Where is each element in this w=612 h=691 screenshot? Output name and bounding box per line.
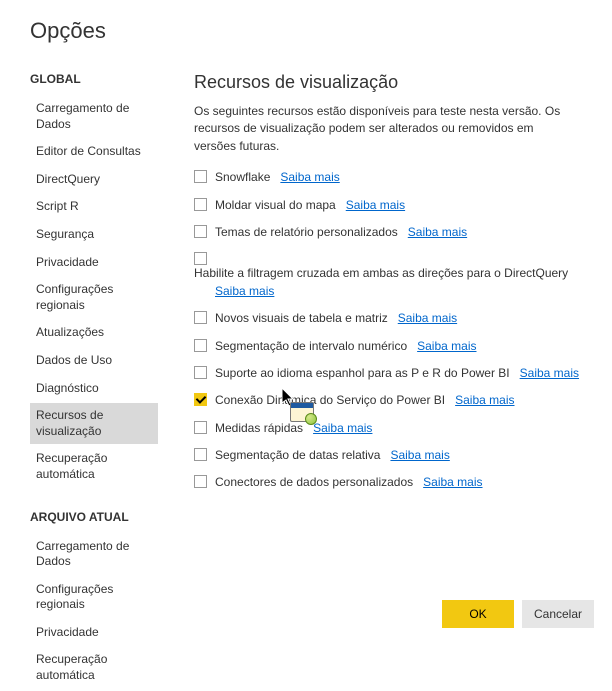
feature-novos-visuais: Novos visuais de tabela e matriz Saiba m…: [194, 310, 594, 327]
sidebar-item-seguranca[interactable]: Segurança: [30, 222, 158, 248]
sidebar-item-script-r[interactable]: Script R: [30, 194, 158, 220]
feature-label: Suporte ao idioma espanhol para as P e R…: [215, 365, 510, 382]
learn-more-link[interactable]: Saiba mais: [215, 283, 274, 300]
feature-segm-datas: Segmentação de datas relativa Saiba mais: [194, 447, 594, 464]
feature-suporte-espanhol: Suporte ao idioma espanhol para as P e R…: [194, 365, 594, 382]
checkbox-temas[interactable]: [194, 225, 207, 238]
learn-more-link[interactable]: Saiba mais: [408, 224, 467, 241]
main-panel: Recursos de visualização Os seguintes re…: [158, 72, 612, 691]
learn-more-link[interactable]: Saiba mais: [346, 197, 405, 214]
sidebar: GLOBAL Carregamento de Dados Editor de C…: [0, 72, 158, 691]
sidebar-item-recuperacao-auto[interactable]: Recuperação automática: [30, 446, 158, 487]
checkbox-conectores[interactable]: [194, 475, 207, 488]
feature-label: Conexão Dinâmica do Serviço do Power BI: [215, 392, 445, 409]
sidebar-section-arquivo-atual: ARQUIVO ATUAL: [30, 510, 158, 524]
sidebar-item-atualizacoes[interactable]: Atualizações: [30, 320, 158, 346]
learn-more-link[interactable]: Saiba mais: [423, 474, 482, 491]
learn-more-link[interactable]: Saiba mais: [313, 420, 372, 437]
feature-label: Moldar visual do mapa: [215, 197, 336, 214]
feature-snowflake: Snowflake Saiba mais: [194, 169, 594, 186]
checkbox-medidas[interactable]: [194, 421, 207, 434]
feature-label: Novos visuais de tabela e matriz: [215, 310, 388, 327]
dialog-title: Opções: [0, 0, 612, 44]
feature-label: Segmentação de intervalo numérico: [215, 338, 407, 355]
sidebar-item-diagnostico[interactable]: Diagnóstico: [30, 376, 158, 402]
feature-label: Snowflake: [215, 169, 270, 186]
feature-label: Segmentação de datas relativa: [215, 447, 380, 464]
sidebar-item-dados-uso[interactable]: Dados de Uso: [30, 348, 158, 374]
sidebar-section-global: GLOBAL: [30, 72, 158, 86]
learn-more-link[interactable]: Saiba mais: [455, 392, 514, 409]
feature-segmentacao-numerico: Segmentação de intervalo numérico Saiba …: [194, 338, 594, 355]
sidebar-item-file-privacidade[interactable]: Privacidade: [30, 620, 158, 646]
learn-more-link[interactable]: Saiba mais: [520, 365, 579, 382]
feature-conectores: Conectores de dados personalizados Saiba…: [194, 474, 594, 491]
checkbox-filtragem[interactable]: [194, 252, 207, 265]
sidebar-item-carregamento-dados[interactable]: Carregamento de Dados: [30, 96, 158, 137]
checkbox-segm-num[interactable]: [194, 339, 207, 352]
checkbox-espanhol[interactable]: [194, 366, 207, 379]
feature-medidas-rapidas: Medidas rápidas Saiba mais: [194, 420, 594, 437]
sidebar-item-recursos-visualizacao[interactable]: Recursos de visualização: [30, 403, 158, 444]
learn-more-link[interactable]: Saiba mais: [390, 447, 449, 464]
sidebar-item-file-recuperacao[interactable]: Recuperação automática: [30, 647, 158, 688]
dialog-footer: OK Cancelar: [442, 600, 594, 628]
sidebar-item-privacidade[interactable]: Privacidade: [30, 250, 158, 276]
main-description: Os seguintes recursos estão disponíveis …: [194, 103, 574, 155]
feature-label: Conectores de dados personalizados: [215, 474, 413, 491]
sidebar-item-file-config-regionais[interactable]: Configurações regionais: [30, 577, 158, 618]
feature-filtragem-cruzada: Habilite a filtragem cruzada em ambas as…: [194, 251, 594, 300]
feature-moldar-visual: Moldar visual do mapa Saiba mais: [194, 197, 594, 214]
feature-temas-relatorio: Temas de relatório personalizados Saiba …: [194, 224, 594, 241]
main-title: Recursos de visualização: [194, 72, 594, 93]
feature-label: Habilite a filtragem cruzada em ambas as…: [194, 265, 568, 282]
feature-label: Medidas rápidas: [215, 420, 303, 437]
checkbox-conexao-dinamica[interactable]: [194, 393, 207, 406]
cancel-button[interactable]: Cancelar: [522, 600, 594, 628]
checkbox-segm-datas[interactable]: [194, 448, 207, 461]
sidebar-item-config-regionais[interactable]: Configurações regionais: [30, 277, 158, 318]
checkbox-novos-visuais[interactable]: [194, 311, 207, 324]
sidebar-item-file-carregamento[interactable]: Carregamento de Dados: [30, 534, 158, 575]
content-area: GLOBAL Carregamento de Dados Editor de C…: [0, 72, 612, 691]
ok-button[interactable]: OK: [442, 600, 514, 628]
learn-more-link[interactable]: Saiba mais: [280, 169, 339, 186]
feature-label: Temas de relatório personalizados: [215, 224, 398, 241]
sidebar-item-editor-consultas[interactable]: Editor de Consultas: [30, 139, 158, 165]
learn-more-link[interactable]: Saiba mais: [417, 338, 476, 355]
learn-more-link[interactable]: Saiba mais: [398, 310, 457, 327]
checkbox-moldar-visual[interactable]: [194, 198, 207, 211]
sidebar-item-directquery[interactable]: DirectQuery: [30, 167, 158, 193]
checkbox-snowflake[interactable]: [194, 170, 207, 183]
feature-conexao-dinamica: Conexão Dinâmica do Serviço do Power BI …: [194, 392, 594, 409]
